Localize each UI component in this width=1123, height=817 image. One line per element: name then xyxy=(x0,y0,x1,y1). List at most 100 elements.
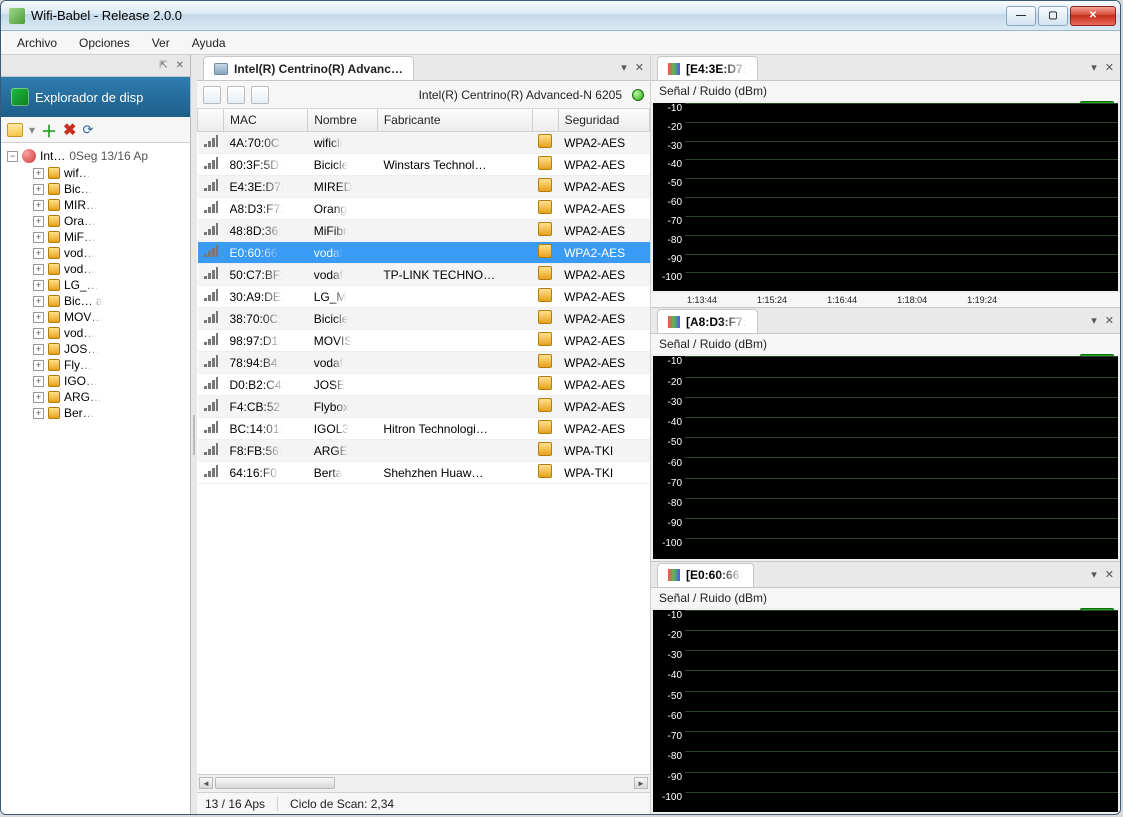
table-row[interactable]: F4:CB:52:FlyboxWPA2-AES xyxy=(198,396,650,418)
delete-button[interactable]: ✖ xyxy=(63,120,76,140)
menu-ayuda[interactable]: Ayuda xyxy=(182,33,236,53)
tree-item-label: ARG… xyxy=(64,390,102,404)
close-button[interactable]: ✕ xyxy=(1070,6,1116,26)
col-nombre[interactable]: Nombre xyxy=(308,109,378,132)
add-button[interactable]: ＋ xyxy=(41,118,57,142)
panel-close-icon[interactable]: ✕ xyxy=(1105,314,1114,327)
chart-panel: [E0:60:66:▾✕Señal / Ruido (dBm)Canal1-10… xyxy=(651,562,1120,814)
tree-item[interactable]: +wif… xyxy=(33,165,186,181)
tree-item[interactable]: +MIR… xyxy=(33,197,186,213)
tree-item[interactable]: +LG_… xyxy=(33,277,186,293)
lock-icon xyxy=(48,359,60,371)
dropdown-icon[interactable]: ▾ xyxy=(1091,61,1097,74)
explorer-header: Explorador de disp xyxy=(1,77,190,117)
close-icon[interactable]: ✕ xyxy=(176,60,184,71)
tree-item[interactable]: +Bic… a xyxy=(33,293,186,309)
lock-icon xyxy=(538,354,552,368)
tree-root[interactable]: − Int… 0Seg 13/16 Ap xyxy=(7,147,186,165)
explorer-title: Explorador de disp xyxy=(35,90,143,105)
chart-tabstrip: [A8:D3:F7: ▾ ✕ xyxy=(651,308,1120,334)
tree-item[interactable]: +JOS… xyxy=(33,341,186,357)
minimize-button[interactable]: — xyxy=(1006,6,1036,26)
chart-tab[interactable]: [E4:3E:D7: xyxy=(657,56,758,80)
table-row[interactable]: BC:14:01:IGOL3Hitron Technologi…WPA2-AES xyxy=(198,418,650,440)
tree-item[interactable]: +Bic… xyxy=(33,181,186,197)
col-seguridad[interactable]: Seguridad xyxy=(558,109,649,132)
tool-button-3[interactable] xyxy=(251,86,269,104)
tree-item-label: vod… xyxy=(64,246,95,260)
tree-item[interactable]: +Fly… xyxy=(33,357,186,373)
dropdown-icon[interactable]: ▾ xyxy=(1091,314,1097,327)
panel-close-icon[interactable]: ✕ xyxy=(635,61,644,74)
maximize-button[interactable]: ▢ xyxy=(1038,6,1068,26)
chart-icon xyxy=(668,569,680,581)
folder-icon[interactable] xyxy=(7,123,23,137)
lock-icon xyxy=(48,375,60,387)
signal-icon xyxy=(204,377,218,389)
save-button[interactable] xyxy=(203,86,221,104)
col-fabricante[interactable]: Fabricante xyxy=(377,109,532,132)
chart-axis-label: Señal / Ruido (dBm) xyxy=(659,84,767,98)
tab-adapter[interactable]: Intel(R) Centrino(R) Advanc… xyxy=(203,56,414,80)
app-window: Wifi-Babel - Release 2.0.0 — ▢ ✕ Archivo… xyxy=(0,0,1121,815)
table-row[interactable]: 98:97:D1:MOVISWPA2-AES xyxy=(198,330,650,352)
menu-archivo[interactable]: Archivo xyxy=(7,33,67,53)
tab-strip: Intel(R) Centrino(R) Advanc… ▾ ✕ xyxy=(197,55,650,81)
table-row[interactable]: A8:D3:F7:OrangWPA2-AES xyxy=(198,198,650,220)
table-row[interactable]: 4A:70:0C:wificliWPA2-AES xyxy=(198,132,650,154)
chart-panel: [E4:3E:D7:▾✕Señal / Ruido (dBm)Canal11-1… xyxy=(651,55,1120,308)
tree-item[interactable]: +IGO… xyxy=(33,373,186,389)
chart-icon xyxy=(668,63,680,75)
refresh-button[interactable]: ⟳ xyxy=(82,122,93,138)
tree-item[interactable]: +MiF… xyxy=(33,229,186,245)
lock-icon xyxy=(48,247,60,259)
lock-icon xyxy=(538,134,552,148)
tab-label: Intel(R) Centrino(R) Advanc… xyxy=(234,62,403,76)
table-row[interactable]: D0:B2:C4:JOSEWPA2-AES xyxy=(198,374,650,396)
lock-icon xyxy=(538,464,552,478)
h-scrollbar[interactable]: ◄► xyxy=(197,774,650,792)
tool-button-2[interactable] xyxy=(227,86,245,104)
dropdown-icon[interactable]: ▾ xyxy=(621,61,627,74)
dropdown-icon[interactable]: ▾ xyxy=(1091,568,1097,581)
tree-item[interactable]: +MOV… xyxy=(33,309,186,325)
window-title: Wifi-Babel - Release 2.0.0 xyxy=(31,8,1004,23)
tree-item[interactable]: +Ber… xyxy=(33,405,186,421)
table-row[interactable]: E4:3E:D7:MIREDWPA2-AES xyxy=(198,176,650,198)
chart-tab[interactable]: [A8:D3:F7: xyxy=(657,309,758,333)
lock-icon xyxy=(48,391,60,403)
tree-item[interactable]: +Ora… xyxy=(33,213,186,229)
tree-item[interactable]: +vod… xyxy=(33,261,186,277)
tree-item-label: Ora… xyxy=(64,214,96,228)
table-row[interactable]: 48:8D:36:MiFibrWPA2-AES xyxy=(198,220,650,242)
panel-close-icon[interactable]: ✕ xyxy=(1105,568,1114,581)
lock-icon xyxy=(538,244,552,258)
tree-item-label: vod… xyxy=(64,326,95,340)
table-row[interactable]: E0:60:66:vodafWPA2-AES xyxy=(198,242,650,264)
panel-close-icon[interactable]: ✕ xyxy=(1105,61,1114,74)
chart-tab[interactable]: [E0:60:66: xyxy=(657,563,754,587)
menu-ver[interactable]: Ver xyxy=(142,33,180,53)
lock-icon xyxy=(48,295,60,307)
table-row[interactable]: 50:C7:BF:vodafTP-LINK TECHNO…WPA2-AES xyxy=(198,264,650,286)
tree-item[interactable]: +vod… xyxy=(33,245,186,261)
networks-panel: Intel(R) Centrino(R) Advanc… ▾ ✕ Intel(R… xyxy=(197,55,651,814)
device-tree[interactable]: − Int… 0Seg 13/16 Ap +wif…+Bic…+MIR…+Ora… xyxy=(1,143,190,814)
menu-opciones[interactable]: Opciones xyxy=(69,33,140,53)
table-row[interactable]: 38:70:0C:BicicleWPA2-AES xyxy=(198,308,650,330)
tree-item[interactable]: +vod… xyxy=(33,325,186,341)
signal-icon xyxy=(204,311,218,323)
table-row[interactable]: 78:94:B4:vodafWPA2-AES xyxy=(198,352,650,374)
signal-icon xyxy=(204,355,218,367)
lock-icon xyxy=(48,263,60,275)
table-row[interactable]: 30:A9:DE:LG_MWPA2-AES xyxy=(198,286,650,308)
pin-icon[interactable]: ⇱ xyxy=(159,60,167,71)
tree-item[interactable]: +ARG… xyxy=(33,389,186,405)
signal-icon xyxy=(204,333,218,345)
table-row[interactable]: 80:3F:5D:BicicleWinstars Technol…WPA2-AE… xyxy=(198,154,650,176)
table-row[interactable]: 64:16:F0:BertaShehzhen Huaw…WPA-TKI xyxy=(198,462,650,484)
col-mac[interactable]: MAC xyxy=(224,109,308,132)
table-row[interactable]: F8:FB:56:ARGEWPA-TKI xyxy=(198,440,650,462)
chart-panel: [A8:D3:F7:▾✕Señal / Ruido (dBm)Canal1-10… xyxy=(651,308,1120,561)
networks-table-wrap[interactable]: MAC Nombre Fabricante Seguridad 4A:70:0C… xyxy=(197,109,650,774)
